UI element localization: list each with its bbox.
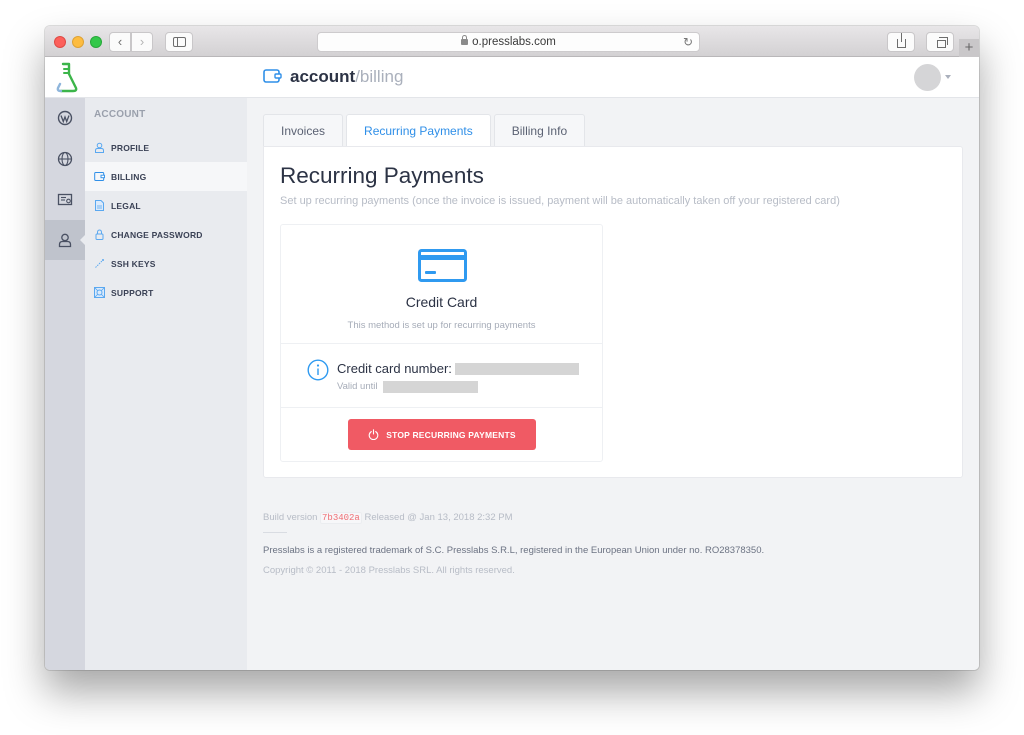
- subnav-label: LEGAL: [111, 200, 141, 211]
- chevron-right-icon: ›: [139, 34, 145, 49]
- account-subnav: ACCOUNT PROFILE BILLING LEGAL CHANGE PAS…: [85, 98, 247, 670]
- subnav-label: CHANGE PASSWORD: [111, 229, 203, 240]
- tab-invoices[interactable]: Invoices: [263, 114, 344, 146]
- minimize-window-button[interactable]: [72, 36, 84, 48]
- sidebar-icon: [172, 37, 186, 47]
- trademark-notice: Presslabs is a registered trademark of S…: [263, 545, 765, 556]
- power-icon: [368, 429, 379, 440]
- lock-icon: [95, 229, 104, 240]
- wordpress-icon: [57, 110, 73, 126]
- subnav-item-change-password[interactable]: CHANGE PASSWORD: [85, 220, 247, 249]
- tabs-icon: [936, 37, 948, 48]
- stop-recurring-payments-button[interactable]: STOP RECURRING PAYMENTS: [348, 419, 536, 450]
- sidebar-toggle-button[interactable]: [165, 32, 193, 52]
- tab-billing-info[interactable]: Billing Info: [493, 114, 586, 146]
- subnav-item-ssh-keys[interactable]: SSH KEYS: [85, 249, 247, 278]
- lock-icon: [461, 35, 469, 45]
- card-number-label: Credit card number:: [337, 361, 452, 376]
- key-icon: [95, 259, 104, 268]
- breadcrumb: account/billing: [263, 66, 403, 88]
- subnav-item-support[interactable]: SUPPORT: [85, 278, 247, 307]
- show-tabs-button[interactable]: [926, 32, 954, 52]
- lifebuoy-icon: [94, 287, 105, 298]
- page-subtitle: Set up recurring payments (once the invo…: [280, 195, 840, 207]
- main-content: Invoices Recurring Payments Billing Info…: [247, 98, 979, 670]
- back-button[interactable]: ‹: [109, 32, 131, 52]
- subnav-label: SSH KEYS: [111, 258, 156, 269]
- wallet-icon: [94, 172, 105, 181]
- icon-rail: [45, 98, 86, 670]
- chevron-left-icon: ‹: [117, 34, 123, 49]
- browser-toolbar: ‹ › o.presslabs.com ↻ +: [45, 26, 979, 57]
- url-text: o.presslabs.com: [472, 36, 556, 48]
- card-number-redacted: [455, 363, 579, 375]
- subnav-item-legal[interactable]: LEGAL: [85, 191, 247, 220]
- info-icon: [307, 359, 329, 381]
- rail-item-sites[interactable]: [45, 139, 85, 179]
- copyright-notice: Copyright © 2011 - 2018 Presslabs SRL. A…: [263, 565, 515, 576]
- valid-until-redacted: [383, 381, 478, 393]
- address-bar[interactable]: o.presslabs.com ↻: [317, 32, 700, 52]
- billing-tabs: Invoices Recurring Payments Billing Info: [263, 114, 586, 147]
- rail-item-certificates[interactable]: [45, 180, 85, 220]
- page-title: Recurring Payments: [280, 163, 484, 188]
- card-details: Credit card number: Valid until: [281, 344, 602, 408]
- recurring-payments-panel: Recurring Payments Set up recurring paym…: [263, 146, 963, 478]
- credit-card-icon: [418, 249, 467, 282]
- globe-icon: [57, 151, 73, 167]
- user-avatar[interactable]: [914, 64, 941, 91]
- credit-card-method: Credit Card This method is set up for re…: [280, 224, 603, 462]
- new-tab-button[interactable]: +: [959, 39, 979, 57]
- wallet-icon: [263, 69, 282, 83]
- certificate-icon: [57, 193, 73, 206]
- subnav-label: SUPPORT: [111, 287, 154, 298]
- user-icon: [58, 233, 72, 248]
- zoom-window-button[interactable]: [90, 36, 102, 48]
- forward-button[interactable]: ›: [131, 32, 153, 52]
- valid-until-label: Valid until: [337, 381, 378, 392]
- card-method-name: Credit Card: [405, 294, 478, 310]
- rail-item-account[interactable]: [45, 220, 86, 260]
- share-button[interactable]: [887, 32, 915, 52]
- reload-icon[interactable]: ↻: [683, 33, 693, 51]
- close-window-button[interactable]: [54, 36, 66, 48]
- card-method-description: This method is set up for recurring paym…: [347, 320, 536, 331]
- stop-button-label: STOP RECURRING PAYMENTS: [386, 429, 516, 440]
- user-icon: [95, 142, 104, 153]
- subnav-label: BILLING: [111, 171, 147, 182]
- document-icon: [95, 200, 104, 211]
- breadcrumb-billing: billing: [359, 67, 404, 86]
- build-prefix: Build version: [263, 512, 318, 523]
- footer-divider: [263, 532, 287, 533]
- card-header: Credit Card This method is set up for re…: [281, 225, 602, 344]
- presslabs-logo-icon[interactable]: [55, 61, 79, 93]
- build-info: Build version 7b3402a Released @ Jan 13,…: [263, 512, 963, 524]
- build-released: Released @ Jan 13, 2018 2:32 PM: [364, 512, 513, 523]
- browser-window: ‹ › o.presslabs.com ↻ + account/billing: [45, 26, 979, 670]
- rail-item-wordpress[interactable]: [45, 98, 85, 138]
- tab-recurring-payments[interactable]: Recurring Payments: [346, 114, 491, 147]
- subnav-item-profile[interactable]: PROFILE: [85, 133, 247, 162]
- app-header: account/billing: [45, 57, 979, 98]
- subnav-title: ACCOUNT: [94, 109, 146, 120]
- subnav-item-billing[interactable]: BILLING: [85, 162, 247, 191]
- build-hash: 7b3402a: [320, 512, 362, 524]
- breadcrumb-account[interactable]: account: [290, 67, 355, 86]
- share-icon: [896, 33, 906, 48]
- caret-down-icon[interactable]: [945, 75, 951, 79]
- footer: Build version 7b3402a Released @ Jan 13,…: [263, 512, 963, 576]
- subnav-label: PROFILE: [111, 142, 150, 153]
